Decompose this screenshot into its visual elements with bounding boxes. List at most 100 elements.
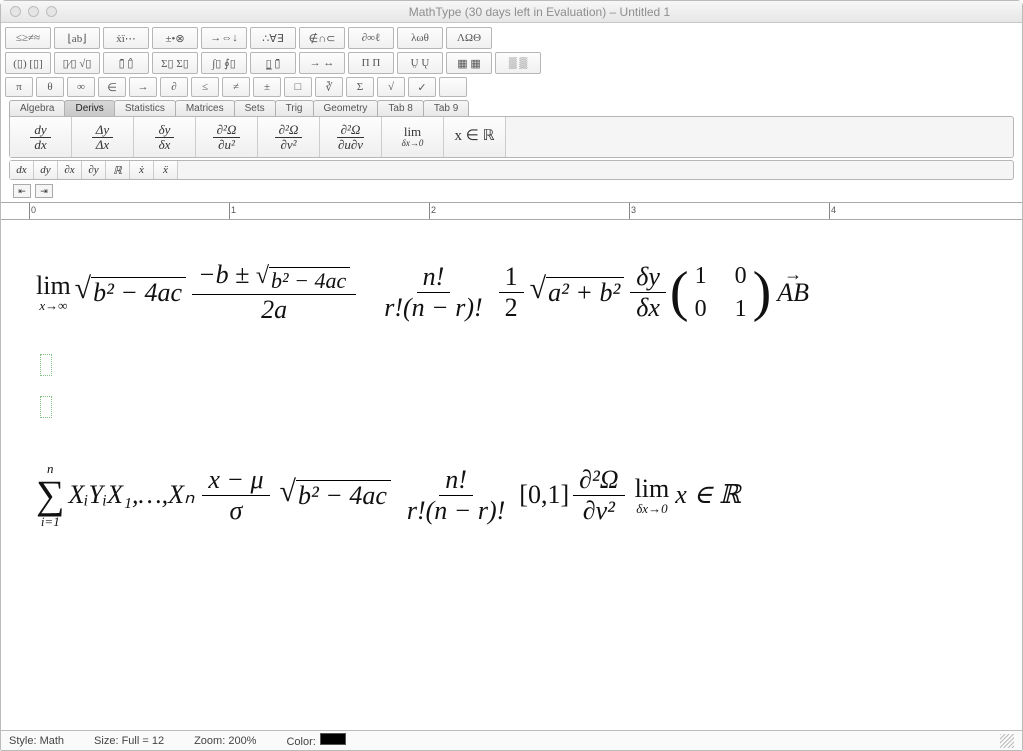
palette-cell[interactable]: ∈ bbox=[98, 77, 126, 97]
palette-cell[interactable]: → ↔ bbox=[299, 52, 345, 74]
palette-cell[interactable]: ∂ bbox=[160, 77, 188, 97]
palette-cell[interactable]: → bbox=[129, 77, 157, 97]
binom-num: n! bbox=[417, 262, 451, 293]
palette-cell[interactable]: ∴∀∃ bbox=[250, 27, 296, 49]
deriv-limit[interactable]: limδx→0 bbox=[382, 117, 444, 157]
sb-dx[interactable]: dx bbox=[10, 161, 34, 179]
status-zoom-value[interactable]: 200% bbox=[228, 735, 256, 747]
tab-algebra[interactable]: Algebra bbox=[9, 100, 65, 116]
binom-den: r!(n − r)! bbox=[378, 293, 488, 323]
palette-cell[interactable]: ≤≥≠≈ bbox=[5, 27, 51, 49]
deriv-x-in-r[interactable]: x ∈ ℝ bbox=[444, 117, 506, 157]
deriv-little-delta[interactable]: δyδx bbox=[134, 117, 196, 157]
status-size-value[interactable]: Full = 12 bbox=[122, 735, 165, 747]
lim2-sub: δx→0 bbox=[636, 502, 667, 515]
ruler-mark: 2 bbox=[431, 205, 436, 215]
palette-cell[interactable]: (▯) [▯] bbox=[5, 52, 51, 74]
close-icon[interactable] bbox=[10, 6, 21, 17]
deriv-dy-dx[interactable]: dydx bbox=[10, 117, 72, 157]
sb-px[interactable]: ∂x bbox=[58, 161, 82, 179]
palette-cell[interactable] bbox=[439, 77, 467, 97]
empty-slot[interactable] bbox=[40, 396, 52, 418]
quad-inner: b² − 4ac bbox=[269, 267, 350, 294]
ruler-mark: 0 bbox=[31, 205, 36, 215]
empty-slot[interactable] bbox=[40, 354, 52, 376]
dydx-den: δx bbox=[630, 293, 666, 323]
ruler-mark: 4 bbox=[831, 205, 836, 215]
palette-cell[interactable]: Ṳ Ų bbox=[397, 52, 443, 74]
lim-sub: x→∞ bbox=[39, 299, 67, 312]
window-controls bbox=[1, 6, 57, 17]
zoom-icon[interactable] bbox=[46, 6, 57, 17]
tab-trig[interactable]: Trig bbox=[275, 100, 314, 116]
palette-cell[interactable]: ▒ ▒ bbox=[495, 52, 541, 74]
x-in-r: x ∈ ℝ bbox=[675, 480, 740, 510]
identity-matrix: 10 01 bbox=[695, 263, 747, 323]
equation-line-1[interactable]: limx→∞ √b² − 4ac −b ± √b² − 4ac 2a n! r!… bbox=[36, 260, 809, 325]
palette-cell[interactable]: ∫▯ ∮▯ bbox=[201, 52, 247, 74]
palette-cell[interactable]: ±•⊗ bbox=[152, 27, 198, 49]
tab-9[interactable]: Tab 9 bbox=[423, 100, 469, 116]
palette-cell[interactable]: →⇔↓ bbox=[201, 27, 247, 49]
quad-num-pre: −b ± bbox=[198, 260, 249, 289]
palette-cell[interactable]: Σ bbox=[346, 77, 374, 97]
palette-cell[interactable]: ▯⁄▯ √▯ bbox=[54, 52, 100, 74]
tab-matrices[interactable]: Matrices bbox=[175, 100, 235, 116]
palette-cell[interactable]: ΛΩΘ bbox=[446, 27, 492, 49]
minimize-icon[interactable] bbox=[28, 6, 39, 17]
palette-cell[interactable]: ∞ bbox=[67, 77, 95, 97]
nudge-left-icon[interactable]: ⇤ bbox=[13, 184, 31, 198]
deriv-partial-v2[interactable]: ∂²Ω∂v² bbox=[258, 117, 320, 157]
nudge-right-icon[interactable]: ⇥ bbox=[35, 184, 53, 198]
palette-cell[interactable]: ∛ bbox=[315, 77, 343, 97]
palette-cell[interactable]: ∂∞ℓ bbox=[348, 27, 394, 49]
tab-8[interactable]: Tab 8 bbox=[377, 100, 423, 116]
palette-cell[interactable]: ≤ bbox=[191, 77, 219, 97]
sb-R[interactable]: ℝ bbox=[106, 161, 130, 179]
palette-cell[interactable]: ± bbox=[253, 77, 281, 97]
sb-dy[interactable]: dy bbox=[34, 161, 58, 179]
palette-cell[interactable]: ✓ bbox=[408, 77, 436, 97]
ruler-mark: 1 bbox=[231, 205, 236, 215]
small-derivs-bar: dx dy ∂x ∂y ℝ ẋ ẍ bbox=[9, 160, 1014, 180]
tab-sets[interactable]: Sets bbox=[234, 100, 276, 116]
sb-py[interactable]: ∂y bbox=[82, 161, 106, 179]
partial2-num: ∂²Ω bbox=[573, 465, 624, 496]
equation-editor[interactable]: limx→∞ √b² − 4ac −b ± √b² − 4ac 2a n! r!… bbox=[11, 241, 1012, 726]
deriv-delta[interactable]: ΔyΔx bbox=[72, 117, 134, 157]
palette-cell[interactable]: λωθ bbox=[397, 27, 443, 49]
title-bar: MathType (30 days left in Evaluation) – … bbox=[1, 1, 1022, 23]
ruler[interactable]: 0 1 2 3 4 bbox=[1, 202, 1022, 220]
palette-cell[interactable]: □ bbox=[284, 77, 312, 97]
pyth-body: a² + b² bbox=[546, 277, 624, 308]
deriv-partial-u2[interactable]: ∂²Ω∂u² bbox=[196, 117, 258, 157]
sb-xdot[interactable]: ẋ bbox=[130, 161, 154, 179]
palette-cell[interactable]: ẋï⋯ bbox=[103, 27, 149, 49]
window-title: MathType (30 days left in Evaluation) – … bbox=[57, 5, 1022, 19]
equation-line-2[interactable]: n∑i=1 XᵢYᵢX₁,…,Xₙ x − μ σ √b² − 4ac n! r… bbox=[36, 462, 741, 528]
deriv-partial-uv[interactable]: ∂²Ω∂u∂v bbox=[320, 117, 382, 157]
palette-cell[interactable]: Π Π bbox=[348, 52, 394, 74]
tab-derivs[interactable]: Derivs bbox=[64, 100, 114, 116]
interval: [0,1] bbox=[519, 480, 569, 510]
palette-cell[interactable]: Σ▯ Σ▯ bbox=[152, 52, 198, 74]
palette-cell[interactable]: θ bbox=[36, 77, 64, 97]
partial2-den: ∂v² bbox=[577, 496, 621, 526]
status-style-value[interactable]: Math bbox=[40, 735, 64, 747]
palette-cell[interactable]: ▯̲ ▯̄ bbox=[250, 52, 296, 74]
palette-cell[interactable]: ≠ bbox=[222, 77, 250, 97]
palette-cell[interactable]: ∉∩⊂ bbox=[299, 27, 345, 49]
palette-cell[interactable]: ▦ ▦ bbox=[446, 52, 492, 74]
z-den: σ bbox=[224, 496, 249, 526]
palette-cell[interactable]: ⌊ab⌋ bbox=[54, 27, 100, 49]
palette-cell[interactable]: ▯̄ ▯̂ bbox=[103, 52, 149, 74]
palette-cell[interactable]: π bbox=[5, 77, 33, 97]
tab-statistics[interactable]: Statistics bbox=[114, 100, 176, 116]
tab-geometry[interactable]: Geometry bbox=[313, 100, 379, 116]
sb-xddot[interactable]: ẍ bbox=[154, 161, 178, 179]
color-swatch[interactable] bbox=[320, 733, 346, 745]
resize-grip-icon[interactable] bbox=[1000, 734, 1014, 748]
palette-cell[interactable]: √ bbox=[377, 77, 405, 97]
lim-label: lim bbox=[36, 273, 71, 299]
category-tabs: Algebra Derivs Statistics Matrices Sets … bbox=[5, 100, 1018, 116]
